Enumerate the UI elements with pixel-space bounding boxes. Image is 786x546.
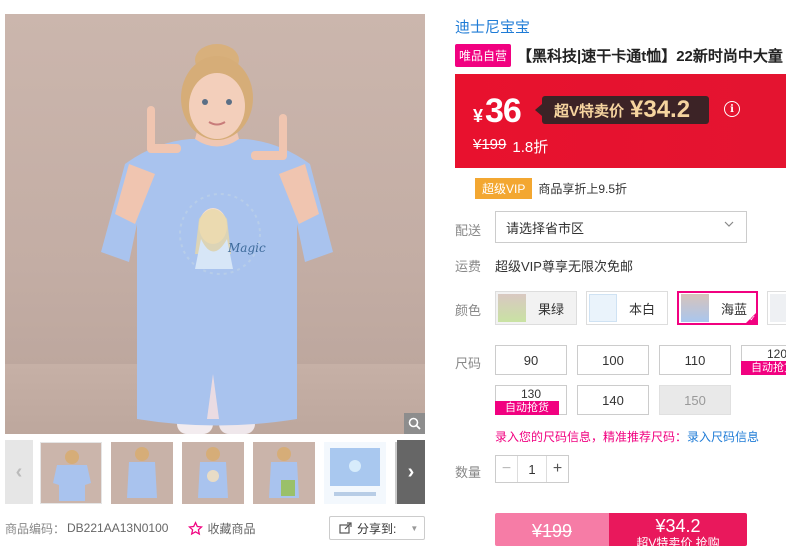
original-price: ¥199 bbox=[473, 136, 507, 153]
thumbnail-3[interactable] bbox=[182, 442, 244, 504]
product-code-label: 商品编码： bbox=[5, 521, 66, 536]
quantity-label: 数量 bbox=[455, 465, 482, 480]
size-option-130[interactable]: 130 自动抢货 bbox=[495, 385, 567, 415]
vip-price-label: 超V特卖价 bbox=[554, 102, 625, 120]
color-option-label: 果绿 bbox=[538, 301, 565, 317]
color-label: 颜色 bbox=[455, 303, 482, 318]
main-product-image[interactable]: Magic bbox=[5, 14, 425, 434]
check-icon: ✓ bbox=[749, 314, 756, 323]
caret-down-icon: ▼ bbox=[410, 523, 419, 533]
super-vip-row: 超级VIP 商品享折上9.5折 bbox=[475, 178, 627, 199]
color-option-white[interactable]: 本白 bbox=[586, 291, 668, 325]
region-select[interactable]: 请选择省市区 bbox=[495, 211, 747, 243]
buy-vip-sub: 超V特卖价 抢购 bbox=[636, 536, 720, 546]
currency-symbol: ¥ bbox=[473, 106, 484, 126]
product-title-row: 唯品自营 【黑科技|速干卡通t恤】22新时尚中大童 bbox=[455, 44, 786, 67]
delivery-label: 配送 bbox=[455, 223, 482, 238]
size-option-140[interactable]: 140 bbox=[577, 385, 649, 415]
color-option-partial[interactable] bbox=[767, 291, 786, 325]
vip-price-value: ¥34.2 bbox=[630, 96, 691, 123]
zoom-icon[interactable] bbox=[404, 413, 425, 434]
thumbnail-2[interactable] bbox=[111, 442, 173, 504]
buy-button[interactable]: ¥199 ¥34.2 超V特卖价 抢购 bbox=[495, 513, 747, 546]
self-operated-badge: 唯品自营 bbox=[455, 44, 512, 67]
original-price-row: ¥199 1.8折 bbox=[473, 136, 548, 157]
quantity-value[interactable]: 1 bbox=[518, 462, 546, 477]
size-option-100[interactable]: 100 bbox=[577, 345, 649, 375]
buy-vip-price: ¥34.2 超V特卖价 抢购 bbox=[609, 513, 747, 546]
quantity-stepper: − 1 + bbox=[495, 455, 569, 483]
share-icon bbox=[339, 522, 352, 534]
share-label: 分享到: bbox=[357, 521, 397, 536]
color-option-green[interactable]: 果绿 bbox=[495, 291, 577, 325]
region-select-placeholder: 请选择省市区 bbox=[506, 220, 585, 236]
print-text: Magic bbox=[227, 241, 266, 255]
auto-grab-tag: 自动抢货 bbox=[495, 401, 559, 415]
info-icon[interactable]: i bbox=[724, 101, 740, 117]
color-swatch bbox=[770, 294, 786, 322]
freight-label: 运费 bbox=[455, 259, 482, 274]
product-title: 【黑科技|速干卡通t恤】22新时尚中大童 bbox=[517, 48, 783, 65]
color-option-blue-selected[interactable]: 海蓝 ✓ bbox=[677, 291, 758, 325]
thumbnail-strip: ‹ › bbox=[5, 440, 425, 504]
size-tip: 录入您的尺码信息，精准推荐尺码：录入尺码信息 bbox=[495, 428, 759, 445]
size-tip-text: 录入您的尺码信息，精准推荐尺码： bbox=[495, 430, 688, 444]
quantity-plus-button[interactable]: + bbox=[546, 456, 568, 482]
thumbnail-5[interactable] bbox=[324, 442, 386, 504]
size-option-120[interactable]: 120 自动抢货 bbox=[741, 345, 786, 375]
brand-link[interactable]: 迪士尼宝宝 bbox=[455, 16, 530, 37]
auto-grab-tag: 自动抢货 bbox=[741, 361, 786, 375]
discount-text: 1.8折 bbox=[512, 139, 549, 156]
product-meta-row: 商品编码： DB221AA13N0100 收藏商品 分享到: ▼ bbox=[5, 516, 425, 540]
color-swatch bbox=[681, 294, 709, 322]
star-icon bbox=[188, 520, 204, 535]
thumbnail-4[interactable] bbox=[253, 442, 315, 504]
quantity-minus-button[interactable]: − bbox=[496, 456, 518, 482]
size-option-150-disabled: 150 bbox=[659, 385, 731, 415]
product-code: DB221AA13N0100 bbox=[67, 521, 169, 535]
color-swatch bbox=[589, 294, 617, 322]
thumbnail-prev-arrow[interactable]: ‹ bbox=[5, 440, 33, 504]
color-swatch bbox=[498, 294, 526, 322]
buy-original-price-value: ¥199 bbox=[531, 521, 573, 541]
price-box: ¥ 36 超V特卖价 ¥34.2 i ¥199 1.8折 bbox=[455, 74, 786, 168]
favorite-button[interactable]: 收藏商品 bbox=[188, 520, 255, 537]
size-label: 尺码 bbox=[455, 356, 482, 371]
buy-vip-price-value: ¥34.2 bbox=[655, 516, 701, 536]
super-vip-text: 商品享折上9.5折 bbox=[538, 182, 628, 196]
share-button[interactable]: 分享到: ▼ bbox=[329, 516, 425, 540]
freight-text: 超级VIP尊享无限次免邮 bbox=[495, 259, 633, 274]
model-illustration: Magic bbox=[101, 44, 333, 434]
buy-original-price: ¥199 bbox=[495, 513, 609, 546]
super-vip-tag: 超级VIP bbox=[475, 178, 533, 199]
sale-price: ¥ 36 bbox=[473, 92, 522, 131]
size-option-90[interactable]: 90 bbox=[495, 345, 567, 375]
size-tip-link[interactable]: 录入尺码信息 bbox=[687, 430, 759, 444]
vip-price-pill: 超V特卖价 ¥34.2 bbox=[535, 96, 709, 124]
sale-price-value: 36 bbox=[485, 92, 522, 130]
color-option-label: 本白 bbox=[629, 301, 656, 317]
thumbnail-1[interactable] bbox=[40, 442, 102, 504]
size-option-110[interactable]: 110 bbox=[659, 345, 731, 375]
thumbnail-next-arrow[interactable]: › bbox=[397, 440, 425, 504]
chevron-down-icon bbox=[724, 219, 734, 232]
favorite-label: 收藏商品 bbox=[207, 521, 256, 536]
size-value: 120 bbox=[766, 347, 786, 361]
size-value: 130 bbox=[520, 387, 542, 401]
